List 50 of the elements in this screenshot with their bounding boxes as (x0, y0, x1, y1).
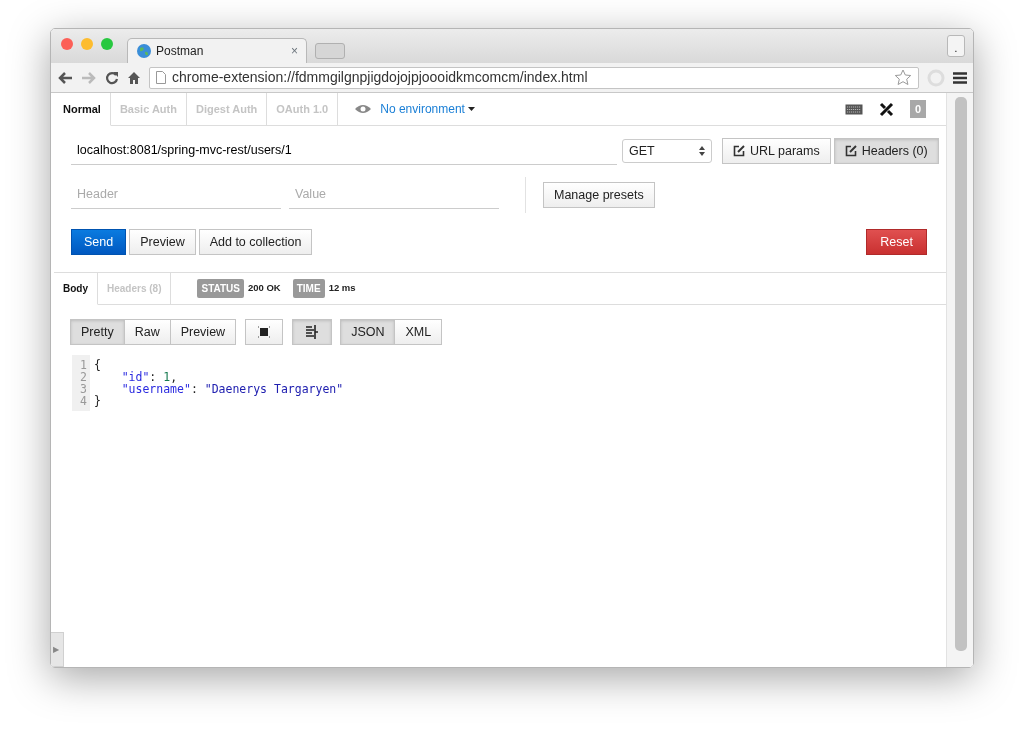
star-icon[interactable] (894, 69, 912, 86)
auth-tab[interactable]: Normal (54, 93, 111, 126)
response-tab[interactable]: Body (54, 272, 98, 305)
wrap-button[interactable] (292, 318, 333, 345)
tab-title: Postman (156, 43, 205, 60)
menu-icon[interactable] (953, 71, 967, 84)
view-mode-button[interactable]: Preview (169, 318, 237, 345)
code-line: "username": "Daenerys Targaryen" (120, 382, 344, 395)
param-button[interactable]: URL params (722, 137, 831, 164)
keyboard-icon[interactable] (844, 103, 863, 115)
scrollbar-thumb[interactable] (955, 97, 967, 651)
tab-close-button[interactable]: × (291, 42, 298, 60)
status-value: 200 OK (248, 281, 281, 296)
back-arrow-icon[interactable] (57, 70, 73, 85)
profile-button[interactable]: . (947, 35, 965, 57)
param-button[interactable]: Headers (0) (833, 137, 939, 164)
environment-dropdown[interactable]: No environment (380, 100, 475, 118)
time-label: TIME (292, 278, 325, 298)
line-number-gutter: 1 2 3 4 (72, 354, 90, 411)
edit-icon (844, 144, 857, 157)
code-line: } (93, 394, 102, 407)
reset-button[interactable]: Reset (866, 228, 927, 255)
fullscreen-button[interactable] (245, 318, 284, 345)
eye-icon (354, 104, 373, 114)
code-line: "id": 1, (120, 370, 179, 383)
address-text: chrome-extension://fdmmgilgnpjigdojojpjoooidkmcomcm/index.html (172, 68, 589, 87)
format-button[interactable]: XML (394, 318, 443, 345)
page-icon (156, 71, 166, 84)
caret-icon (467, 107, 475, 111)
view-mode-button[interactable]: Raw (123, 318, 171, 345)
status-label: STATUS (197, 278, 244, 298)
align-lines-icon (305, 324, 320, 339)
view-mode-button[interactable]: Pretty (70, 318, 125, 345)
address-bar[interactable]: chrome-extension://fdmmgilgnpjigdojojpjoooidkmcomcm/index.html (149, 66, 919, 89)
updown-caret-icon (699, 145, 705, 156)
browser-tab[interactable]: Postman × (127, 38, 307, 63)
action-button[interactable]: Preview (129, 228, 196, 255)
method-select[interactable]: GET (622, 138, 712, 163)
reload-icon[interactable] (105, 70, 119, 85)
count-badge: 0 (909, 99, 926, 119)
code-line: { (93, 358, 102, 371)
action-button[interactable]: Add to collection (198, 228, 313, 255)
manage-presets-button[interactable]: Manage presets (543, 181, 655, 208)
edit-icon (733, 144, 745, 157)
send-button[interactable]: Send (71, 228, 127, 255)
square-icon (258, 325, 271, 338)
time-value: 12 ms (328, 281, 356, 296)
format-button[interactable]: JSON (340, 318, 396, 345)
globe-icon (136, 43, 152, 59)
home-icon[interactable] (127, 70, 141, 85)
